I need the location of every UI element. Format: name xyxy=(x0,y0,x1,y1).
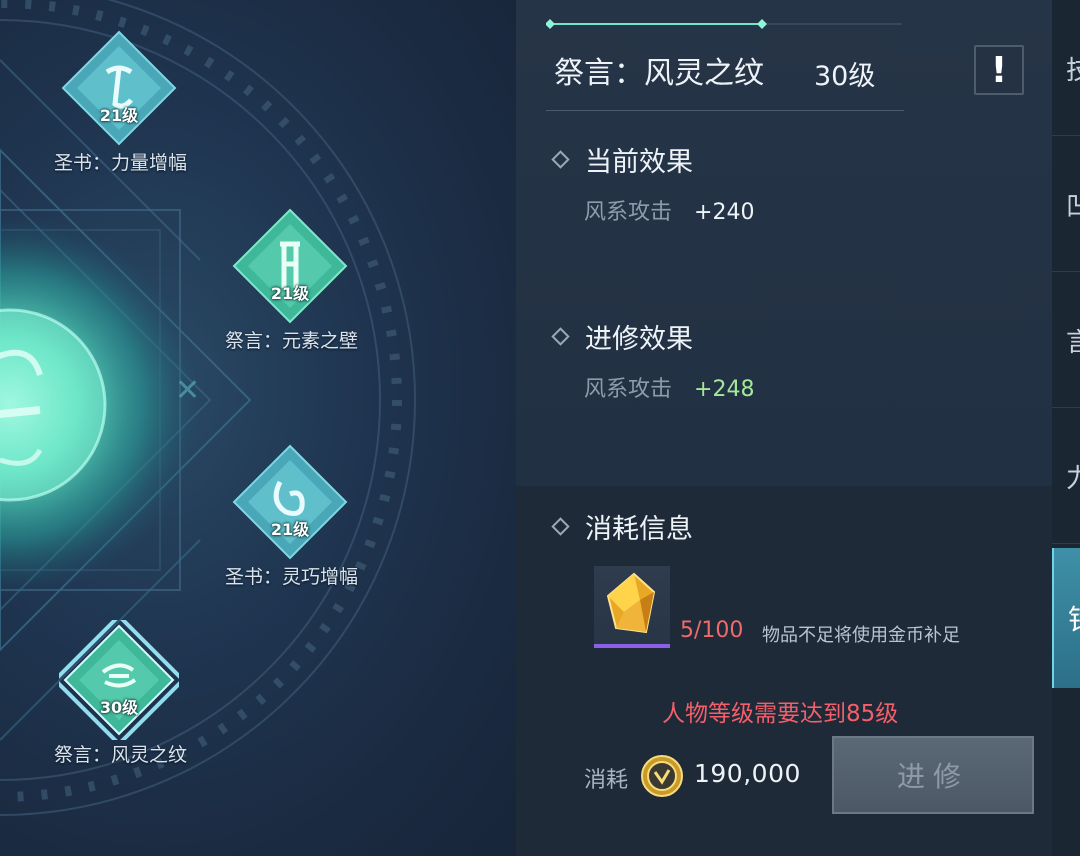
cost-label: 消耗 xyxy=(584,768,629,793)
swirl-rune-icon xyxy=(232,444,348,560)
node-name: 祭言：元素之壁 xyxy=(225,330,359,352)
node-name: 圣书：灵巧增幅 xyxy=(225,566,359,588)
diamond-bullet-icon xyxy=(551,517,570,536)
scroll-rune-icon xyxy=(61,30,177,146)
node-level: 30级 xyxy=(99,698,139,717)
skill-title: 祭言：风灵之纹 xyxy=(554,56,764,91)
tab-1[interactable]: 技 xyxy=(1052,0,1080,136)
tab-4[interactable]: 力 xyxy=(1052,408,1080,544)
tab-3[interactable]: 言 xyxy=(1052,272,1080,408)
skill-level: 30级 xyxy=(814,61,876,92)
divider xyxy=(546,110,904,111)
info-button[interactable]: ! xyxy=(974,45,1024,95)
node-name: 祭言：风灵之纹 xyxy=(54,744,188,766)
upgrade-button[interactable]: 进修 xyxy=(832,736,1034,814)
gold-crystal-icon xyxy=(606,572,656,634)
material-note: 物品不足将使用金币补足 xyxy=(762,625,960,646)
detail-panel: 祭言：风灵之纹 30级 ! 当前效果 风系攻击 +240 进修效果 风系攻击 +24… xyxy=(516,0,1052,856)
next-effect-heading: 进修效果 xyxy=(551,317,693,356)
level-requirement: 人物等级需要达到85级 xyxy=(662,701,899,727)
node-name: 圣书：力量增幅 xyxy=(54,152,188,174)
node-level: 21级 xyxy=(270,520,310,539)
tab-active[interactable]: 铭 xyxy=(1052,548,1080,688)
next-effect-value: +248 xyxy=(694,377,755,402)
material-count: 5/100 xyxy=(680,618,744,643)
skill-wheel: ✕ 21级 圣书：力量增幅 21级 祭言：元素之壁 21级 圣书：灵巧增幅 30… xyxy=(0,0,516,856)
next-effect-stat: 风系攻击 +248 xyxy=(584,377,755,402)
skill-node[interactable]: 21级 圣书：灵巧增幅 xyxy=(225,442,359,589)
wind-rune-icon xyxy=(59,620,179,740)
node-level: 21级 xyxy=(270,284,310,303)
title-decoration xyxy=(546,19,902,29)
node-level: 21级 xyxy=(99,106,139,125)
gold-coin-icon xyxy=(641,755,683,797)
current-effect-stat: 风系攻击 +240 xyxy=(584,200,755,225)
wall-rune-icon xyxy=(232,208,348,324)
material-slot[interactable] xyxy=(594,566,670,648)
side-tabs: 技 凹 言 力 xyxy=(1052,0,1080,856)
diamond-bullet-icon xyxy=(551,150,570,169)
cost-value: 190,000 xyxy=(694,759,801,788)
tab-2[interactable]: 凹 xyxy=(1052,136,1080,272)
current-effect-value: +240 xyxy=(694,200,755,225)
diamond-bullet-icon xyxy=(551,327,570,346)
skill-node[interactable]: 21级 祭言：元素之壁 xyxy=(225,206,359,353)
skill-node[interactable]: 21级 圣书：力量增幅 xyxy=(54,28,188,175)
svg-text:✕: ✕ xyxy=(175,373,200,408)
skill-node-selected[interactable]: 30级 祭言：风灵之纹 xyxy=(54,620,188,767)
current-effect-heading: 当前效果 xyxy=(551,140,693,179)
cost-info-heading: 消耗信息 xyxy=(551,507,693,546)
